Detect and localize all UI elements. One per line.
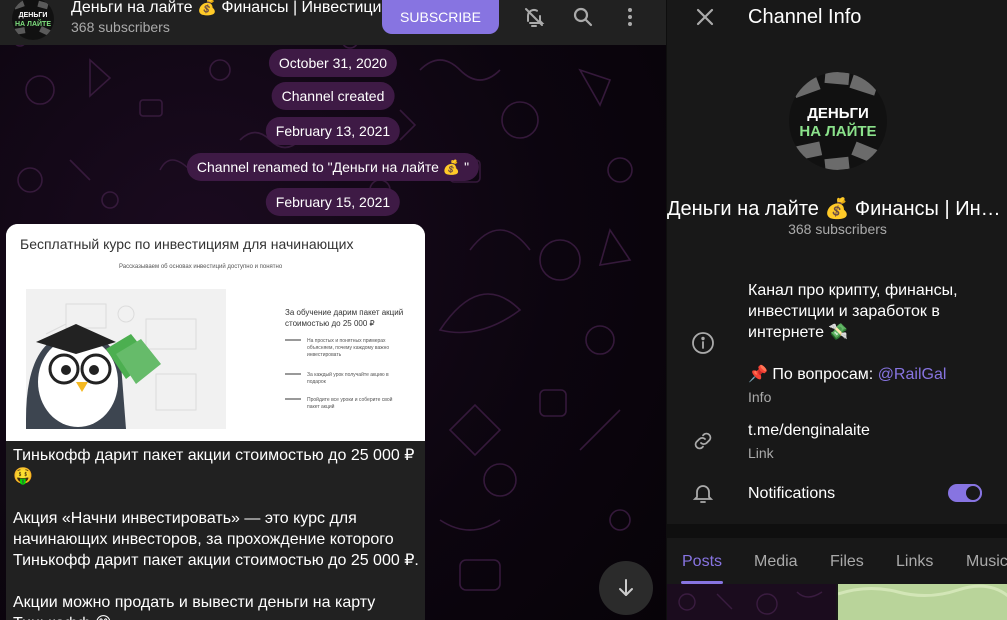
post-image-subheading: Рассказываем об основах инвестиций досту…: [119, 263, 283, 270]
channel-title[interactable]: Деньги на лайте 💰 Финансы | Инвестиции: [71, 0, 386, 18]
link-icon: [694, 432, 712, 450]
post-text: Тинькофф дарит пакет акции стоимостью до…: [13, 447, 419, 620]
post-thumbnail[interactable]: [667, 584, 836, 620]
contact-prefix: 📌 По вопросам:: [748, 366, 878, 383]
svg-text:стоимостью до 25 000 ₽: стоимостью до 25 000 ₽: [285, 319, 375, 328]
svg-text:За обучение дарим пакет акций: За обучение дарим пакет акций: [285, 308, 403, 317]
channel-link[interactable]: t.me/denginalaite: [748, 420, 870, 441]
date-separator: February 15, 2021: [265, 188, 401, 216]
service-message: Channel renamed to "Деньги на лайте 💰 ": [186, 153, 480, 181]
posts-grid: [667, 584, 1007, 620]
subscriber-count: 368 subscribers: [71, 19, 170, 35]
channel-contact: 📌 По вопросам: @RailGal: [748, 364, 988, 385]
channel-subscribers: 368 subscribers: [788, 221, 887, 237]
post-thumbnail[interactable]: [837, 584, 1007, 620]
avatar-text-line2: НА ЛАЙТЕ: [15, 19, 51, 28]
channel-avatar-large[interactable]: ДЕНЬГИ НА ЛАЙТЕ: [789, 72, 887, 170]
avatar-text-line1: ДЕНЬГИ: [807, 105, 869, 122]
svg-text:подарок: подарок: [307, 379, 327, 385]
search-icon[interactable]: [571, 5, 595, 29]
section-divider: [667, 524, 1007, 538]
svg-text:За каждый урок получайте акцию: За каждый урок получайте акцию в: [307, 371, 389, 378]
svg-text:Пройдите все уроки и соберите: Пройдите все уроки и соберите свой: [307, 396, 393, 403]
media-tabs: Posts Media Files Links Music: [667, 538, 1007, 584]
tab-media[interactable]: Media: [754, 553, 798, 571]
svg-text:пакет акций: пакет акций: [307, 403, 335, 410]
channel-name: Деньги на лайте 💰 Финансы | Инвестиции: [667, 198, 1007, 220]
svg-text:На простых и понятных примерах: На простых и понятных примерах: [307, 338, 386, 344]
subscribe-button[interactable]: SUBSCRIBE: [382, 0, 499, 34]
panel-title: Channel Info: [748, 6, 862, 28]
toggle-knob: [964, 484, 982, 502]
notifications-toggle[interactable]: [948, 484, 982, 502]
contact-mention-link[interactable]: @RailGal: [878, 366, 947, 383]
bell-off-icon[interactable]: [522, 5, 546, 29]
avatar-text-line1: ДЕНЬГИ: [19, 12, 48, 19]
more-vertical-icon[interactable]: [618, 5, 642, 29]
channel-post[interactable]: Бесплатный курс по инвестициям для начин…: [6, 224, 425, 620]
date-separator: February 13, 2021: [265, 117, 401, 145]
channel-avatar[interactable]: ДЕНЬГИ НА ЛАЙТЕ: [12, 0, 54, 40]
channel-description: Канал про крипту, финансы, инвестиции и …: [748, 282, 958, 341]
svg-text:объясняем, почему каждому важн: объясняем, почему каждому важно: [307, 345, 389, 351]
tab-posts[interactable]: Posts: [682, 553, 722, 571]
info-icon: [692, 332, 714, 354]
info-caption: Info: [748, 389, 772, 405]
chat-area: ДЕНЬГИ НА ЛАЙТЕ Деньги на лайте 💰 Финанс…: [0, 0, 666, 620]
link-caption: Link: [748, 445, 774, 461]
post-image[interactable]: Бесплатный курс по инвестициям для начин…: [6, 224, 425, 441]
notifications-label: Notifications: [748, 485, 836, 502]
bell-icon: [692, 485, 714, 503]
date-separator: October 31, 2020: [268, 49, 398, 77]
avatar-text-line2: НА ЛАЙТЕ: [799, 122, 876, 140]
chat-header[interactable]: ДЕНЬГИ НА ЛАЙТЕ Деньги на лайте 💰 Финанс…: [0, 0, 666, 45]
service-message: Channel created: [271, 82, 395, 110]
tab-links[interactable]: Links: [896, 553, 933, 571]
svg-text:инвестировать: инвестировать: [307, 352, 342, 358]
tab-files[interactable]: Files: [830, 553, 864, 571]
tab-music[interactable]: Music: [966, 553, 1007, 571]
channel-info-panel: Channel Info ДЕНЬГИ НА ЛАЙТЕ Деньги на л…: [666, 0, 1007, 620]
close-icon[interactable]: [693, 5, 717, 29]
scroll-down-button[interactable]: [599, 561, 653, 615]
post-image-heading: Бесплатный курс по инвестициям для начин…: [20, 236, 353, 252]
arrow-down-icon: [619, 579, 633, 596]
